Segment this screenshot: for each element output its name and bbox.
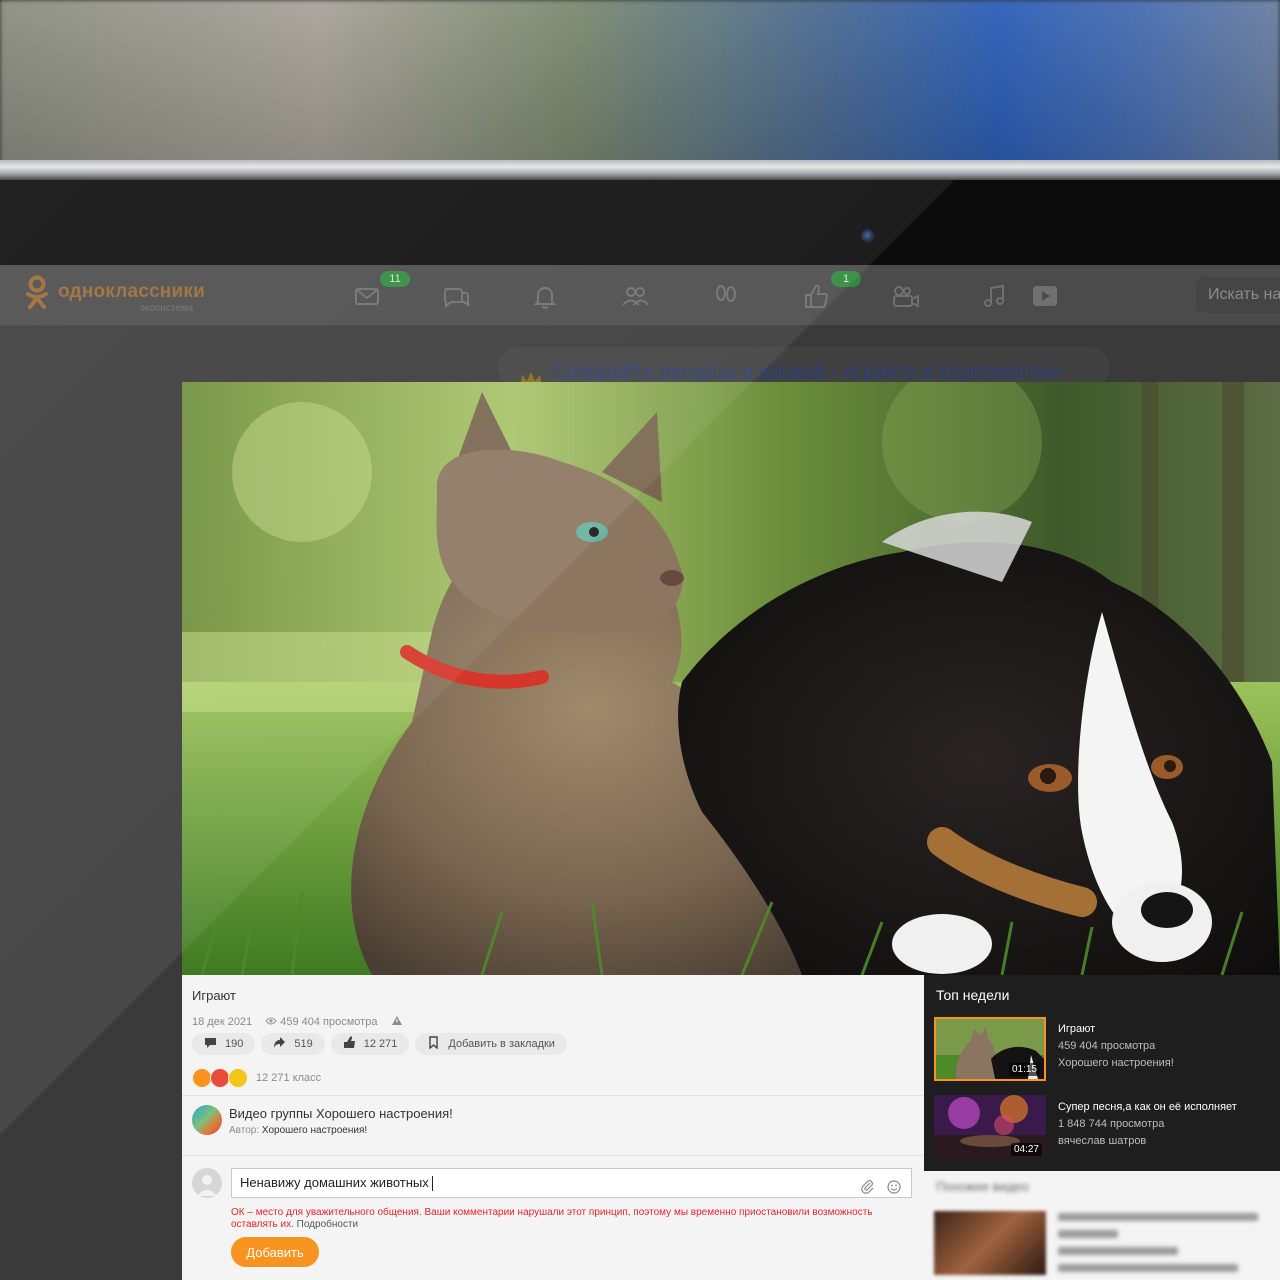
video-duration: 04:27	[1010, 1143, 1042, 1156]
notifications-icon[interactable]	[530, 281, 560, 311]
add-comment-button[interactable]: Добавить	[231, 1237, 319, 1267]
comment-input[interactable]: Ненавижу домашних животных	[231, 1168, 912, 1198]
top-week-title: Топ недели	[936, 987, 1010, 1003]
top-video-views: 459 404 просмотра	[1058, 1040, 1156, 1052]
likes-badge: 1	[831, 271, 861, 287]
crown-icon	[518, 361, 544, 388]
top-video-author[interactable]: Хорошего настроения!	[1058, 1057, 1174, 1069]
logo-text[interactable]: одноклассники	[58, 281, 205, 303]
divider	[182, 1095, 924, 1096]
laugh-reaction-icon	[228, 1068, 248, 1088]
input-tools	[861, 1176, 901, 1204]
top-video-views: 1 848 744 просмотра	[1058, 1118, 1165, 1130]
video-meta: 18 дек 2021 459 404 просмотра	[192, 1015, 403, 1029]
video-calls-icon[interactable]	[890, 281, 920, 311]
promo-banner[interactable]: Собирайте ресурсы и урожай - играйте в К…	[498, 347, 1110, 388]
friends-icon[interactable]	[620, 281, 650, 311]
top-video-title[interactable]: Играют	[1058, 1023, 1095, 1035]
messages-icon[interactable]	[352, 281, 382, 311]
music-icon[interactable]	[980, 281, 1010, 311]
bookmark-button[interactable]: Добавить в закладки	[415, 1033, 567, 1055]
webcam	[861, 229, 875, 243]
group-avatar[interactable]	[192, 1105, 222, 1135]
video-duration: 01:15	[1008, 1063, 1040, 1076]
bookmark-label: Добавить в закладки	[448, 1038, 555, 1050]
comment-text: Ненавижу домашних животных	[240, 1175, 429, 1190]
details-link[interactable]: Подробности	[297, 1219, 358, 1230]
like-reaction-icon	[192, 1068, 212, 1088]
messages-badge: 11	[380, 271, 410, 287]
similar-videos-panel: Похожие видео	[924, 1171, 1280, 1280]
report-icon[interactable]	[391, 1015, 403, 1029]
like-button[interactable]: 12 271	[330, 1033, 410, 1055]
comments-count: 190	[225, 1038, 244, 1050]
shares-count: 519	[294, 1038, 313, 1050]
video-views: 459 404 просмотра	[265, 1016, 380, 1028]
discussions-icon[interactable]	[441, 281, 471, 311]
group-author: Автор: Хорошего настроения!	[229, 1125, 367, 1136]
video-thumbnail[interactable]: 04:27	[934, 1095, 1046, 1159]
similar-videos-title: Похожие видео	[936, 1179, 1029, 1194]
video-icon[interactable]	[1030, 281, 1060, 311]
likes-count: 12 271	[363, 1038, 398, 1050]
guests-icon[interactable]	[711, 281, 741, 311]
group-title[interactable]: Видео группы Хорошего настроения!	[229, 1106, 453, 1121]
search-input[interactable]: Искать на	[1196, 277, 1280, 313]
eye-icon	[265, 1016, 277, 1028]
action-bar: 190 519 12 271 Добавить в закладки	[192, 1033, 567, 1055]
ok-logo-icon[interactable]	[24, 275, 50, 311]
comment-icon	[204, 1036, 217, 1052]
top-video-item[interactable]: 04:27 Супер песня,а как он её исполняет …	[934, 1095, 1274, 1159]
top-video-author[interactable]: вячеслав шатров	[1058, 1135, 1146, 1147]
video-date: 18 дек 2021	[192, 1015, 253, 1028]
video-thumbnail[interactable]: 01:15	[934, 1017, 1046, 1081]
screen: одноклассники экосистема 11 1 Искать на …	[0, 265, 1280, 1280]
comments-button[interactable]: 190	[192, 1033, 256, 1055]
bookmark-icon	[427, 1036, 440, 1052]
text-caret	[431, 1176, 433, 1192]
views-count: 459 404 просмотра	[280, 1015, 378, 1028]
video-title: Играют	[192, 988, 236, 1003]
thumbs-up-icon	[343, 1036, 356, 1052]
author-name[interactable]: Хорошего настроения!	[262, 1125, 367, 1136]
laptop-lid-edge	[0, 160, 1280, 180]
similar-video-thumbnail[interactable]	[934, 1211, 1046, 1275]
share-button[interactable]: 519	[261, 1033, 325, 1055]
violation-notice: ОК – место для уважительного общения. Ва…	[231, 1207, 891, 1231]
divider	[182, 1155, 924, 1156]
author-label: Автор:	[229, 1125, 260, 1136]
attach-icon[interactable]	[861, 1176, 875, 1204]
share-icon	[273, 1036, 286, 1052]
video-info: Играют 18 дек 2021 459 404 просмотра 190	[182, 975, 924, 1280]
reactions[interactable]: 12 271 класс	[192, 1068, 321, 1088]
top-video-title[interactable]: Супер песня,а как он её исполняет	[1058, 1101, 1237, 1113]
likes-icon[interactable]	[801, 281, 831, 311]
media-viewer: Играют 18 дек 2021 459 404 просмотра 190	[182, 382, 1280, 1280]
love-reaction-icon	[210, 1068, 230, 1088]
emoji-icon[interactable]	[887, 1176, 901, 1204]
reaction-count: 12 271 класс	[256, 1072, 322, 1084]
avatar	[192, 1168, 222, 1198]
top-video-item[interactable]: 01:15 Играют 459 404 просмотра Хорошего …	[934, 1017, 1274, 1081]
top-of-week-panel: Топ недели 01:15 Играют 459 404 просмотр…	[924, 975, 1280, 1171]
video-player[interactable]	[182, 382, 1280, 975]
background-photo	[0, 0, 1280, 165]
top-navigation: одноклассники экосистема 11 1 Искать на	[0, 265, 1280, 326]
logo-subtitle: экосистема	[140, 303, 194, 314]
similar-video-text	[1058, 1213, 1268, 1280]
laptop-bezel	[0, 180, 1280, 265]
promo-text: Собирайте ресурсы и урожай - играйте в К…	[552, 361, 1062, 383]
